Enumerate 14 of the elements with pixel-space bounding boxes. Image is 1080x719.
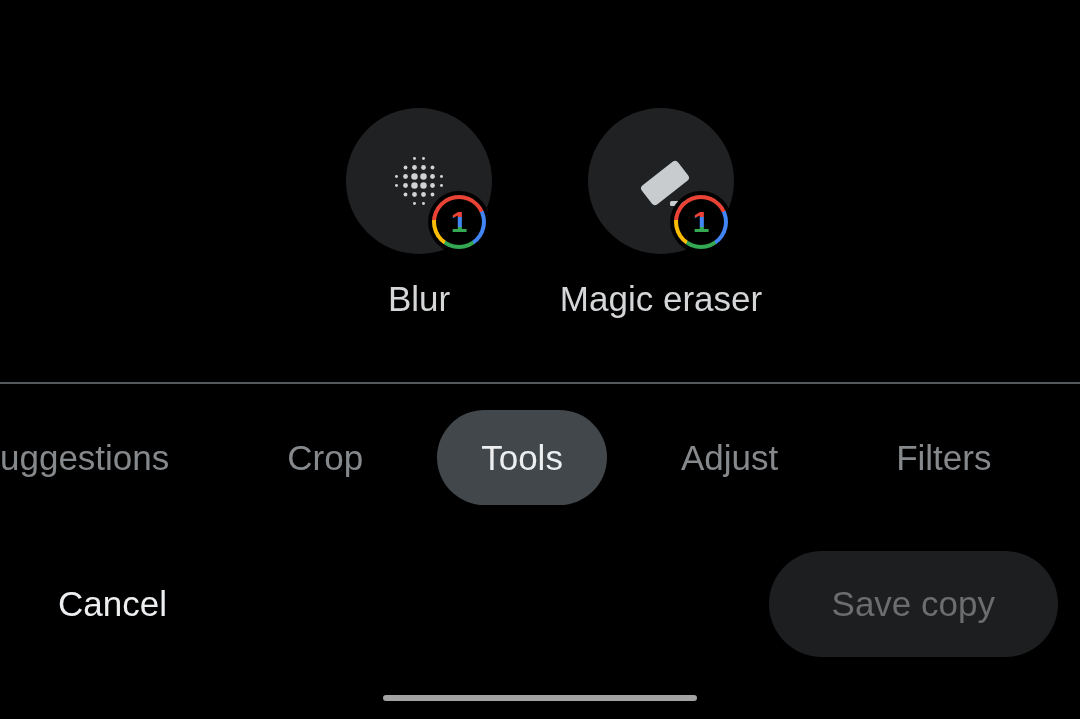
home-indicator[interactable]: [383, 695, 697, 701]
tool-label: Blur: [387, 278, 451, 320]
tool-button[interactable]: 1: [346, 108, 492, 254]
tab[interactable]: Tools: [437, 410, 607, 505]
tab[interactable]: Adjust: [636, 410, 823, 505]
badge: 1: [674, 195, 728, 249]
tab[interactable]: Crop: [243, 410, 408, 505]
tab[interactable]: Filters: [852, 410, 1036, 505]
cancel-button[interactable]: Cancel: [58, 576, 167, 632]
badge: 1: [432, 195, 486, 249]
blur-dots-icon: [392, 154, 446, 208]
tab[interactable]: uggestions: [0, 410, 214, 505]
tool-label: Magic eraser: [559, 278, 763, 320]
tool-button[interactable]: 1: [588, 108, 734, 254]
